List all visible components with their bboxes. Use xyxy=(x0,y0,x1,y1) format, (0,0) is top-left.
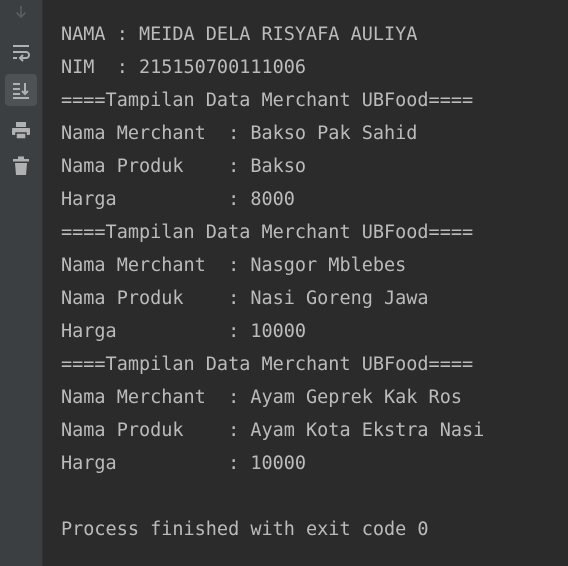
console-line: Nama Merchant : Nasgor Mblebes xyxy=(61,255,407,276)
console-line: Nama Merchant : Bakso Pak Sahid xyxy=(61,123,418,144)
down-button[interactable] xyxy=(5,0,37,28)
trash-icon xyxy=(13,156,29,175)
console-output[interactable]: NAMA : MEIDA DELA RISYAFA AULIYA NIM : 2… xyxy=(61,20,568,548)
soft-wrap-icon xyxy=(13,45,30,62)
arrow-down-icon xyxy=(15,6,27,19)
console-line: NIM : 215150700111006 xyxy=(61,57,307,78)
console-line: ====Tampilan Data Merchant UBFood==== xyxy=(61,354,474,375)
console-line: ====Tampilan Data Merchant UBFood==== xyxy=(61,222,474,243)
soft-wrap-button[interactable] xyxy=(5,36,37,68)
console-line: Nama Produk : Ayam Kota Ekstra Nasi xyxy=(61,420,485,441)
console-line: Nama Produk : Nasi Goreng Jawa xyxy=(61,288,429,309)
console-line: Nama Merchant : Ayam Geprek Kak Ros xyxy=(61,387,462,408)
process-exit-message: Process finished with exit code 0 xyxy=(61,519,429,540)
console-line: NAMA : MEIDA DELA RISYAFA AULIYA xyxy=(61,24,418,45)
print-icon xyxy=(12,122,30,140)
console-line: Harga : 8000 xyxy=(61,189,295,210)
print-button[interactable] xyxy=(5,114,37,146)
run-console-window: NAMA : MEIDA DELA RISYAFA AULIYA NIM : 2… xyxy=(0,0,568,566)
console-toolbar xyxy=(0,0,43,566)
console-line: Harga : 10000 xyxy=(61,453,307,474)
clear-all-button[interactable] xyxy=(5,150,37,182)
console-line: Harga : 10000 xyxy=(61,321,307,342)
scroll-to-end-icon xyxy=(13,83,29,99)
scroll-to-end-button[interactable] xyxy=(5,74,37,106)
console-line: ====Tampilan Data Merchant UBFood==== xyxy=(61,90,474,111)
console-line: Nama Produk : Bakso xyxy=(61,156,307,177)
